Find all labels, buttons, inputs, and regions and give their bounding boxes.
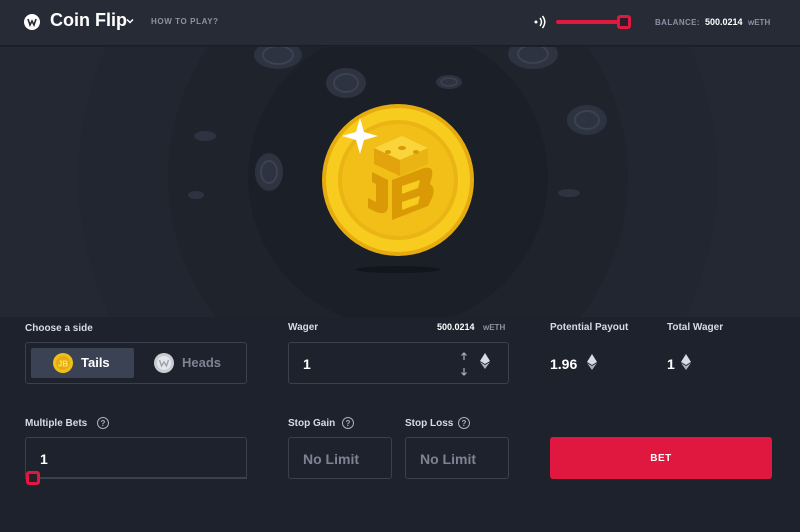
stop-gain-label: Stop Gain: [288, 418, 336, 429]
chevron-down-icon[interactable]: [126, 17, 134, 25]
ethereum-icon: [681, 354, 691, 370]
background-coin: [508, 47, 558, 69]
background-coin: [567, 105, 607, 135]
how-to-play-link[interactable]: HOW TO PLAY?: [151, 17, 219, 26]
multiple-bets-input[interactable]: 1: [25, 437, 247, 479]
wager-label: Wager: [288, 322, 319, 333]
coin-shadow: [356, 266, 440, 273]
stop-loss-label: Stop Loss: [405, 418, 454, 429]
stop-gain-placeholder: No Limit: [303, 451, 359, 467]
app-title[interactable]: Coin Flip: [50, 10, 127, 31]
potential-payout-value: 1.96: [550, 356, 578, 372]
background-coin: [326, 68, 366, 98]
wager-stepper-icon[interactable]: [458, 351, 470, 377]
potential-payout-label: Potential Payout: [550, 322, 629, 333]
stop-loss-placeholder: No Limit: [420, 451, 476, 467]
coin-stage: [0, 47, 800, 317]
total-wager-label: Total Wager: [667, 322, 724, 333]
ethereum-icon: [480, 353, 490, 369]
balance-value: 500.0214: [705, 17, 743, 27]
wager-balance-value: 500.0214: [437, 322, 475, 332]
balance-unit: wETH: [748, 18, 771, 27]
wager-balance-unit: wETH: [483, 323, 506, 332]
main-coin-icon: [322, 104, 474, 256]
background-coin: [436, 75, 462, 89]
svg-text:JB: JB: [58, 360, 68, 369]
multiple-bets-value: 1: [40, 451, 48, 467]
tails-label: Tails: [81, 355, 110, 370]
multiple-bets-slider-thumb[interactable]: [26, 471, 40, 485]
balance-label: BALANCE:: [655, 18, 700, 27]
wager-input[interactable]: 1: [288, 342, 509, 384]
help-circle-icon[interactable]: ?: [342, 417, 354, 429]
stop-loss-input[interactable]: No Limit: [405, 437, 509, 479]
background-coin: [558, 189, 580, 197]
background-coin: [194, 131, 216, 141]
top-bar: Coin Flip HOW TO PLAY? BALANCE: 500.0214…: [0, 0, 800, 46]
wager-value: 1: [303, 356, 311, 372]
background-coin: [188, 191, 204, 199]
ethereum-icon: [587, 354, 597, 370]
total-wager-value: 1: [667, 356, 675, 372]
choose-side-label: Choose a side: [25, 323, 93, 334]
help-circle-icon[interactable]: ?: [458, 417, 470, 429]
tails-coin-icon: JB: [53, 353, 73, 373]
stop-gain-input[interactable]: No Limit: [288, 437, 392, 479]
heads-option[interactable]: Heads: [140, 348, 243, 378]
help-circle-icon[interactable]: ?: [97, 417, 109, 429]
bet-button[interactable]: BET: [550, 437, 772, 479]
multiple-bets-label: Multiple Bets: [25, 418, 88, 429]
coin-logo-icon: [24, 14, 40, 30]
volume-slider-thumb[interactable]: [617, 15, 631, 29]
heads-coin-icon: [154, 353, 174, 373]
background-coin: [254, 47, 302, 69]
background-coin: [255, 153, 283, 191]
tails-option[interactable]: JB Tails: [31, 348, 134, 378]
heads-label: Heads: [182, 355, 222, 370]
volume-icon[interactable]: [532, 14, 548, 30]
